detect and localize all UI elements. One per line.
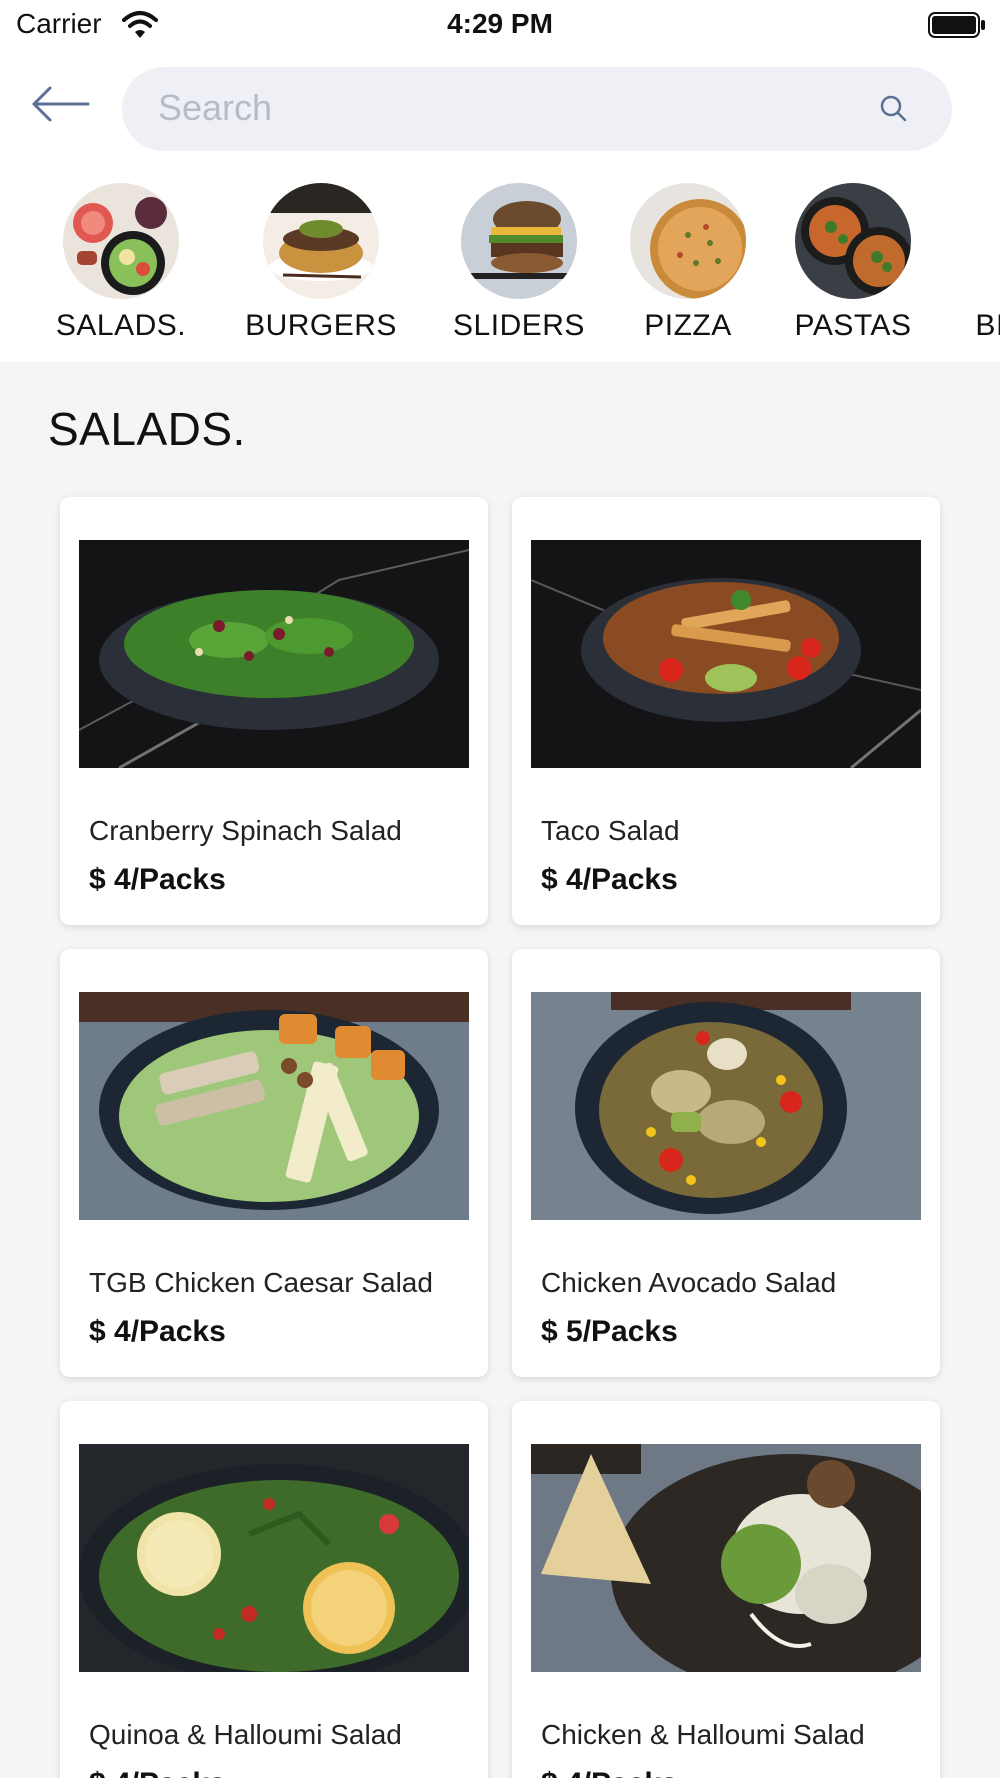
pasta-photo	[795, 183, 911, 299]
app-screen: Carrier 4:29 PM Search SALADS. BURGERS S…	[0, 0, 1000, 1778]
search-placeholder: Search	[158, 87, 273, 128]
category-burgers[interactable]: BURGERS	[236, 183, 406, 343]
clock: 4:29 PM	[447, 8, 553, 39]
product-photo	[79, 992, 469, 1220]
product-name: Quinoa & Halloumi Salad	[89, 1719, 402, 1750]
product-card[interactable]: Cranberry Spinach Salad $ 4/Packs	[60, 497, 488, 925]
product-card[interactable]: Chicken Avocado Salad $ 5/Packs	[512, 949, 940, 1377]
back-arrow-icon[interactable]	[28, 80, 92, 128]
product-name: Chicken Avocado Salad	[541, 1267, 837, 1298]
header: Search SALADS. BURGERS SLIDERS PIZZA PAS…	[0, 50, 1000, 362]
product-price: $ 4/Packs	[541, 863, 678, 896]
category-salads[interactable]: SALADS.	[36, 183, 206, 343]
category-label: BURGERS	[245, 309, 397, 342]
product-price: $ 5/Packs	[541, 1315, 678, 1348]
product-name: TGB Chicken Caesar Salad	[89, 1267, 433, 1298]
product-price: $ 4/Packs	[89, 1315, 226, 1348]
product-name: Taco Salad	[541, 815, 680, 846]
search-bar[interactable]: Search	[122, 67, 952, 151]
product-price: $ 4/Packs	[89, 1767, 226, 1778]
product-price: $ 4/Packs	[541, 1767, 678, 1778]
product-photo	[531, 992, 921, 1220]
product-card[interactable]: Taco Salad $ 4/Packs	[512, 497, 940, 925]
pizza-photo	[630, 183, 746, 299]
category-label: SLIDERS	[453, 309, 585, 342]
product-photo	[531, 540, 921, 768]
product-card[interactable]: Quinoa & Halloumi Salad $ 4/Packs	[60, 1401, 488, 1778]
category-label: PIZZA	[644, 309, 732, 342]
category-scroller[interactable]: SALADS. BURGERS SLIDERS PIZZA PASTAS B	[0, 183, 1000, 353]
product-name: Chicken & Halloumi Salad	[541, 1719, 865, 1750]
product-price: $ 4/Packs	[89, 863, 226, 896]
category-label: BI	[975, 309, 1000, 342]
status-bar: Carrier 4:29 PM	[0, 0, 1000, 50]
product-photo	[531, 1444, 921, 1672]
category-sliders[interactable]: SLIDERS	[434, 183, 604, 343]
category-partial[interactable]: BI	[905, 183, 1000, 343]
battery-icon	[928, 12, 985, 38]
product-card[interactable]: Chicken & Halloumi Salad $ 4/Packs	[512, 1401, 940, 1778]
section-title: SALADS.	[48, 403, 246, 455]
search-icon[interactable]	[878, 93, 908, 123]
category-label: SALADS.	[55, 309, 187, 342]
salad-photo	[63, 183, 179, 299]
burger-photo	[263, 183, 379, 299]
product-name: Cranberry Spinach Salad	[89, 815, 402, 846]
product-photo	[79, 540, 469, 768]
product-photo	[79, 1444, 469, 1672]
category-pizza[interactable]: PIZZA	[603, 183, 773, 343]
sliders-photo	[461, 183, 577, 299]
product-card[interactable]: TGB Chicken Caesar Salad $ 4/Packs	[60, 949, 488, 1377]
